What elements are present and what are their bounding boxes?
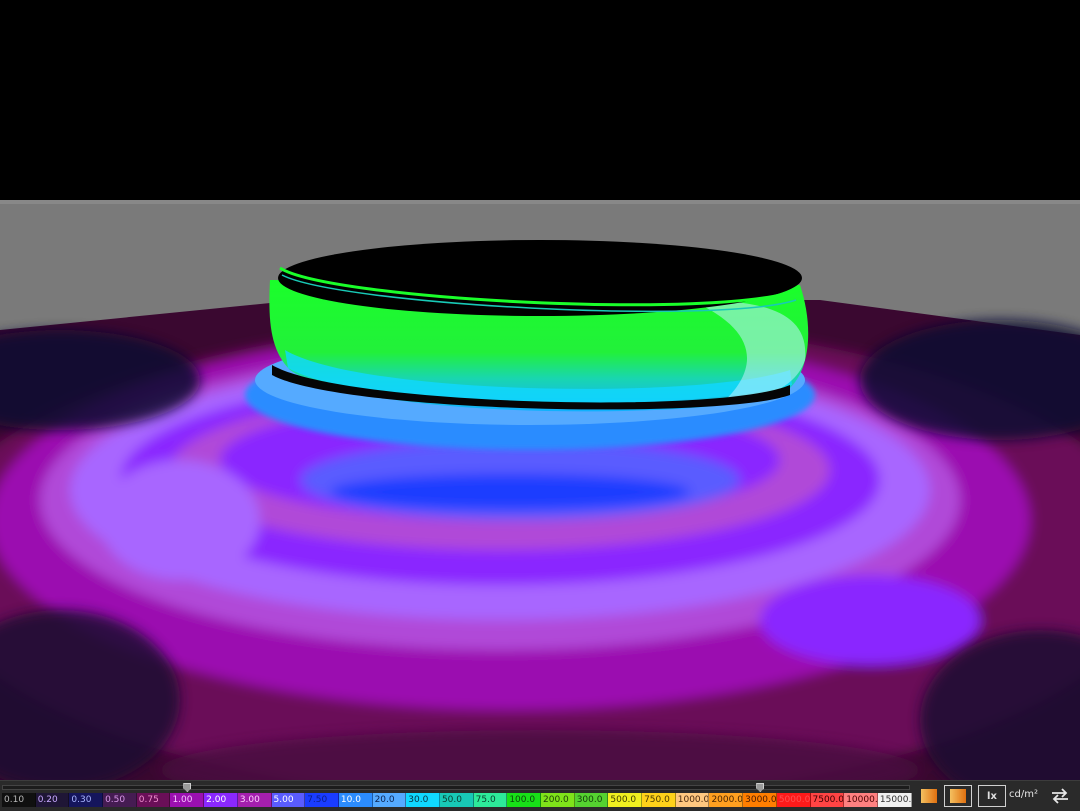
scale-cell-4: 0.75	[136, 793, 171, 807]
scale-cell-1: 0.20	[35, 793, 70, 807]
scale-cell-15: 100.0	[507, 793, 541, 807]
unit-label: cd/m²	[1009, 789, 1038, 800]
scale-cell-10: 10.0	[338, 793, 373, 807]
scale-cell-25: 10000.0	[844, 793, 878, 807]
scale-cell-8: 5.00	[271, 793, 306, 807]
palette-a-button[interactable]	[918, 785, 940, 807]
luminance-render	[0, 0, 1080, 780]
scale-cell-24: 7500.0	[810, 793, 845, 807]
scale-cell-19: 750.0	[642, 793, 676, 807]
scale-cell-5: 1.00	[170, 793, 205, 807]
lux-unit-button[interactable]: lx	[978, 785, 1006, 807]
range-slider-track[interactable]	[2, 785, 910, 790]
scale-cell-21: 2000.0	[709, 793, 744, 807]
scale-cells: 0.10 0.20 0.30 0.50 0.75 1.00 2.00 3.00 5.00 7.50…	[2, 793, 912, 807]
background-sky	[0, 0, 1080, 200]
scale-cell-23: 5000.0	[776, 793, 811, 807]
gradient-palette-icon	[921, 789, 937, 803]
scale-cell-12: 30.0	[406, 793, 440, 807]
swap-button[interactable]	[1046, 785, 1074, 807]
scale-cell-14: 75.0	[473, 793, 508, 807]
scale-cell-20: 1000.0	[675, 793, 710, 807]
scale-cell-17: 300.0	[574, 793, 609, 807]
scale-cell-11: 20.0	[372, 793, 407, 807]
scale-cell-13: 50.0	[439, 793, 474, 807]
luminance-scale-bar: 0.10 0.20 0.30 0.50 0.75 1.00 2.00 3.00 5.00 7.50…	[0, 780, 1080, 811]
swap-arrows-icon	[1052, 788, 1068, 804]
scale-cell-3: 0.50	[103, 793, 137, 807]
scale-cell-0: 0.10	[2, 793, 36, 807]
lamp-top	[278, 240, 802, 316]
scale-cell-7: 3.00	[237, 793, 272, 807]
scale-cell-6: 2.00	[204, 793, 238, 807]
range-high-handle[interactable]	[756, 783, 765, 792]
palette-b-button[interactable]	[944, 785, 972, 807]
render-viewport[interactable]	[0, 0, 1080, 780]
range-low-handle[interactable]	[183, 783, 192, 792]
scale-cell-22: 3000.0	[743, 793, 777, 807]
scale-cell-9: 7.50	[305, 793, 339, 807]
scale-cell-18: 500.0	[608, 793, 643, 807]
scale-cell-26: 15000.0	[877, 793, 912, 807]
scale-cell-2: 0.30	[69, 793, 104, 807]
gradient-palette-selected-icon	[950, 789, 966, 803]
scale-cell-16: 200.0	[541, 793, 575, 807]
